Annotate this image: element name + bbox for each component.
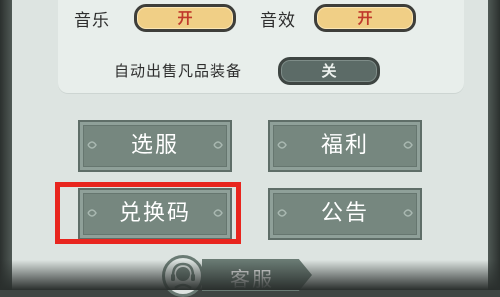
select-server-label: 选服 (130, 133, 179, 158)
background-bottom (0, 260, 500, 290)
ornament-icon (403, 209, 413, 217)
redeem-highlight-box (55, 182, 241, 244)
sfx-toggle[interactable]: 开 (314, 4, 416, 32)
ornament-icon (403, 141, 413, 149)
ornament-icon (277, 141, 287, 149)
select-server-button[interactable]: 选服 (78, 120, 232, 172)
music-label: 音乐 (74, 11, 110, 31)
ornament-icon (87, 141, 97, 149)
auto-sell-label: 自动出售凡品装备 (114, 62, 243, 80)
announcement-label: 公告 (320, 201, 369, 226)
announcement-button[interactable]: 公告 (268, 188, 422, 240)
welfare-button[interactable]: 福利 (268, 120, 422, 172)
background-right (486, 0, 500, 290)
ornament-icon (277, 209, 287, 217)
music-toggle[interactable]: 开 (134, 4, 236, 32)
auto-sell-toggle[interactable]: 关 (278, 57, 380, 85)
ornament-icon (213, 141, 223, 149)
settings-panel: 音乐 开 音效 开 自动出售凡品装备 关 选服 福利 兑换码 公告 客服 (12, 0, 488, 297)
sfx-label: 音效 (260, 11, 296, 31)
welfare-label: 福利 (320, 133, 369, 158)
